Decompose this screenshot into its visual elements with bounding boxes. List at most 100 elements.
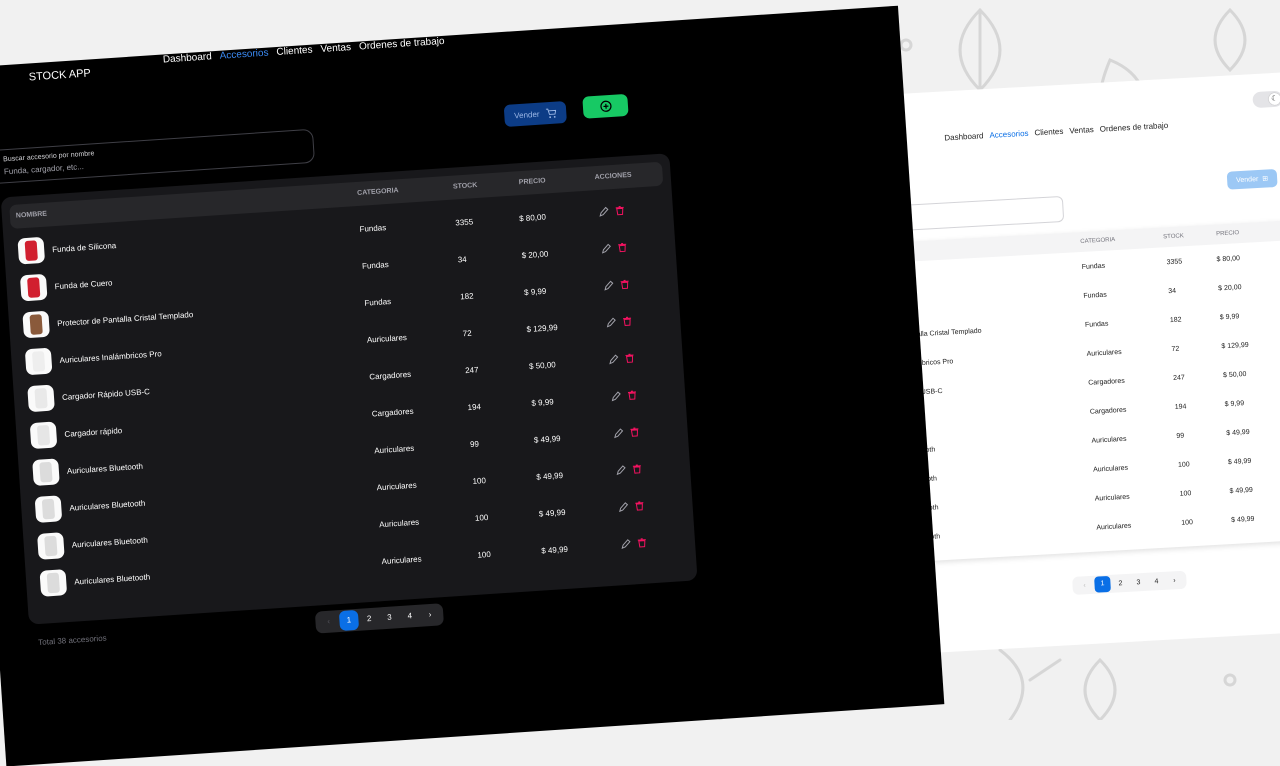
page-3[interactable]: 3 (380, 607, 400, 628)
nav-dashboard[interactable]: Dashboard (944, 131, 984, 142)
row-actions (611, 390, 638, 402)
page-2[interactable]: 2 (359, 609, 379, 630)
header-category: CATEGORIA (356, 187, 399, 197)
pagination-next[interactable]: › (1166, 576, 1182, 584)
product-thumbnail (39, 569, 68, 597)
search-field[interactable]: Buscar accesorio por nombre (0, 128, 316, 186)
product-image (41, 498, 56, 520)
cell-category: Fundas (364, 296, 392, 308)
product-thumbnail (34, 495, 63, 523)
nav-clientes[interactable]: Clientes (1034, 127, 1063, 138)
cell-category: Fundas (1083, 291, 1107, 300)
theme-toggle-light[interactable]: ☾ (1252, 90, 1280, 109)
pencil-icon[interactable] (606, 317, 617, 328)
cart-icon (546, 108, 557, 118)
product-thumbnail (32, 458, 60, 487)
trash-icon[interactable] (624, 353, 635, 364)
trash-icon[interactable] (632, 464, 643, 475)
cell-stock: 72 (462, 328, 472, 339)
pencil-icon[interactable] (601, 243, 612, 254)
pencil-icon[interactable] (616, 465, 627, 476)
pencil-icon[interactable] (608, 354, 619, 365)
product-image (29, 314, 43, 335)
product-thumbnail (29, 421, 58, 450)
cell-stock: 99 (469, 439, 480, 450)
pagination-next[interactable]: › (420, 604, 440, 625)
cell-price: $ 9,99 (1224, 400, 1245, 409)
cell-stock: 100 (472, 476, 487, 486)
row-actions (618, 501, 645, 513)
cell-stock: 100 (477, 549, 492, 560)
cell-stock: 247 (464, 365, 479, 376)
cell-category: Auriculares (381, 554, 422, 567)
cell-category: Auriculares (373, 443, 415, 456)
cell-category: Auriculares (1092, 464, 1129, 474)
cell-price: $ 49,99 (1226, 428, 1250, 438)
pencil-icon[interactable] (604, 280, 615, 291)
page-1[interactable]: 1 (1094, 575, 1111, 593)
nav-ventas[interactable]: Ventas (320, 42, 351, 55)
pencil-icon[interactable] (621, 539, 632, 550)
pencil-icon[interactable] (611, 391, 622, 402)
cell-stock: 72 (1171, 345, 1180, 354)
pagination-prev[interactable]: ‹ (1076, 581, 1092, 589)
nav-ordenes[interactable]: Ordenes de trabajo (1100, 121, 1169, 134)
cell-price: $ 49,99 (1227, 457, 1252, 467)
page-3[interactable]: 3 (1130, 578, 1146, 586)
row-actions (613, 427, 640, 439)
cell-category: Cargadores (369, 369, 412, 382)
product-thumbnail (27, 384, 55, 413)
nav-dashboard[interactable]: Dashboard (163, 51, 213, 65)
pencil-icon[interactable] (613, 428, 624, 439)
cell-category: Auriculares (1096, 522, 1132, 532)
pagination: ‹ 1 2 3 4 › (314, 603, 444, 634)
search-input[interactable] (3, 148, 294, 177)
pagination-prev[interactable]: ‹ (319, 611, 339, 632)
sell-button[interactable]: Vender (503, 100, 567, 128)
cell-category: Auriculares (366, 332, 408, 345)
page-4[interactable]: 4 (1148, 577, 1164, 585)
trash-icon[interactable] (617, 242, 628, 253)
nav-accesorios[interactable]: Accesorios (219, 48, 269, 62)
cell-stock: 182 (1169, 316, 1182, 325)
cell-stock: 3355 (455, 217, 474, 228)
nav-clientes[interactable]: Clientes (276, 45, 313, 58)
product-image (36, 424, 51, 446)
cell-category: Fundas (361, 260, 389, 271)
trash-icon[interactable] (622, 316, 633, 327)
plus-circle-icon (599, 100, 612, 112)
nav-ventas[interactable]: Ventas (1069, 125, 1094, 135)
nav-accesorios[interactable]: Accesorios (989, 129, 1029, 140)
page-1[interactable]: 1 (339, 609, 359, 632)
trash-icon[interactable] (615, 205, 626, 216)
trash-icon[interactable] (629, 427, 640, 438)
cell-category: Auriculares (1086, 348, 1122, 358)
product-thumbnail (24, 347, 53, 376)
cell-price: $ 50,00 (1222, 370, 1247, 380)
app-brand: STOCK APP (28, 67, 92, 84)
cell-stock: 100 (1177, 461, 1190, 469)
sell-button-label: Vender (513, 109, 540, 120)
cell-stock: 3355 (1166, 258, 1183, 267)
pencil-icon[interactable] (599, 206, 610, 217)
cell-name: Cargador Rápido USB-C (61, 387, 151, 402)
add-accessory-button[interactable] (582, 93, 629, 119)
moon-icon: ☾ (1268, 92, 1280, 106)
cell-price: $ 20,00 (1218, 284, 1242, 293)
trash-icon[interactable] (627, 390, 638, 401)
row-actions (606, 316, 633, 328)
trash-icon[interactable] (619, 279, 630, 290)
page-4[interactable]: 4 (400, 606, 420, 627)
trash-icon[interactable] (637, 538, 648, 549)
cell-price: $ 9,99 (1219, 313, 1240, 322)
pencil-icon[interactable] (618, 502, 629, 513)
row-actions (599, 205, 626, 217)
header-price: PRECIO (518, 177, 546, 187)
cell-stock: 34 (457, 254, 467, 265)
trash-icon[interactable] (634, 501, 645, 512)
cart-icon: ⊞ (1262, 175, 1269, 183)
cell-name: Auriculares Bluetooth (74, 572, 151, 587)
page-2[interactable]: 2 (1112, 579, 1128, 587)
sell-button[interactable]: Vender ⊞ (1226, 168, 1278, 190)
cell-price: $ 129,99 (526, 322, 558, 335)
